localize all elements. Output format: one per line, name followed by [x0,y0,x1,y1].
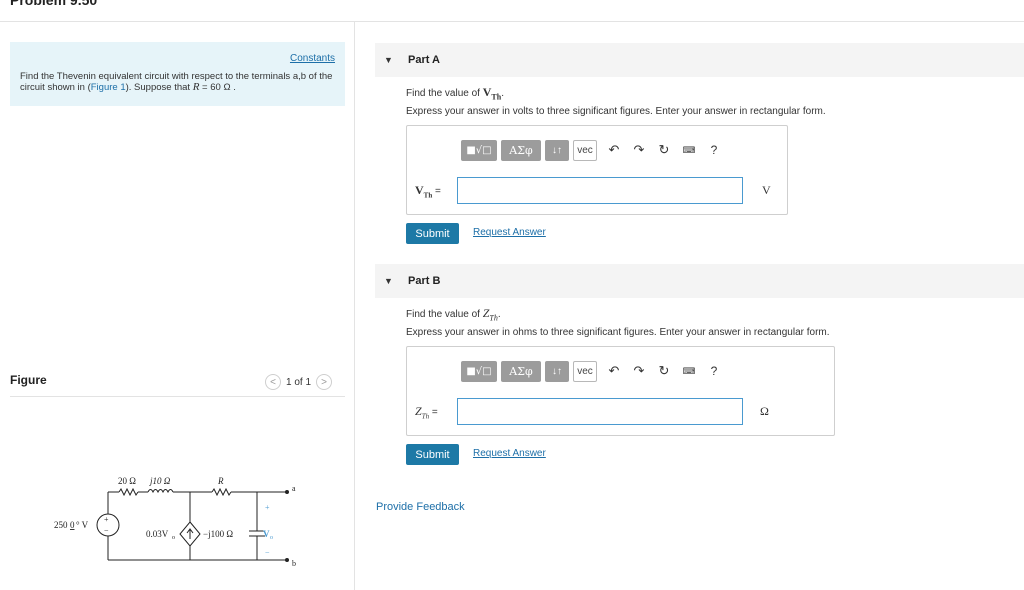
prompt-end: . [497,309,501,320]
greek-symbols-button[interactable]: ΑΣφ [501,360,541,382]
part-b-request-answer-link[interactable]: Request Answer [473,448,546,459]
label-source-magnitude: 250 [54,520,68,530]
vector-button[interactable]: vec [573,139,597,161]
part-b-instructions: Express your answer in ohms to three sig… [406,327,830,338]
label-20-ohm: 20 Ω [118,476,136,486]
label-capacitor: −j100 Ω [203,529,233,539]
label-vo: V [263,529,270,539]
circuit-diagram: 20 Ω j10 Ω R 250 0 ° V + − 0.03V o −j100… [54,476,296,568]
vth-answer-input[interactable] [457,177,743,204]
vth-answer-label: VTh = [415,183,441,199]
templates-button[interactable]: ■√□ [461,360,497,382]
vth-variable: VTh [483,85,502,102]
redo-icon[interactable]: ↷ [627,140,651,161]
unit-ohms: Ω [760,404,769,418]
keyboard-icon[interactable]: ⌨ [677,361,701,382]
part-a-answer-box: ■√□ ΑΣφ ↓↑ vec ↶ ↷ ↻ ⌨ ? VTh = V [406,125,788,215]
caret-down-icon: ▼ [384,276,393,286]
problem-panel: Constants Find the Thevenin equivalent c… [0,22,355,590]
part-a-submit-button[interactable]: Submit [406,223,459,244]
chevron-right-icon[interactable]: > [316,374,333,390]
templates-button[interactable]: ■√□ [461,139,497,161]
part-a-instructions: Express your answer in volts to three si… [406,106,826,117]
prompt-text: Find the value of [406,88,483,99]
vo-plus-sign: + [265,503,270,512]
answer-equals: = [432,186,441,197]
help-icon[interactable]: ? [702,140,726,161]
arrows-button[interactable]: ↓↑ [545,139,569,161]
part-a-prompt: Find the value of VTh. [406,85,504,101]
prompt-end: . [501,88,504,99]
answer-label-letter: Z [415,404,422,418]
terminal-b-label: b [292,559,296,568]
problem-heading: Problem 9.50 [10,0,98,8]
vo-minus-sign: − [265,548,270,557]
part-a-label: Part A [408,54,440,66]
redo-icon[interactable]: ↷ [627,361,651,382]
figure-title: Figure [10,373,47,387]
zth-answer-input[interactable] [457,398,743,425]
answer-label-letter: V [415,183,424,197]
label-r: R [217,476,224,486]
figure-divider [10,396,345,397]
label-dependent-source: 0.03V [146,529,169,539]
statement-text-2: ). Suppose that [125,82,193,93]
unit-volts: V [762,183,771,197]
resistance-value: = 60 Ω . [199,82,236,93]
zth-variable: ZTh [483,306,498,323]
part-b-label: Part B [408,275,441,287]
caret-down-icon: ▼ [384,55,393,65]
undo-icon[interactable]: ↶ [602,140,626,161]
vector-button[interactable]: vec [573,360,597,382]
chevron-left-icon[interactable]: < [265,374,281,390]
label-source-unit: ° V [76,520,89,530]
reset-icon[interactable]: ↻ [652,140,676,161]
source-minus-sign: − [104,526,109,535]
label-source-angle: 0 [70,520,75,530]
answer-equals: = [429,407,438,418]
provide-feedback-link[interactable]: Provide Feedback [376,501,465,513]
keyboard-icon[interactable]: ⌨ [677,140,701,161]
constants-link[interactable]: Constants [290,53,335,64]
part-a-header[interactable]: ▼ Part A [375,43,1024,77]
source-plus-sign: + [104,515,109,524]
part-b-prompt: Find the value of ZTh. [406,306,501,322]
part-a-request-answer-link[interactable]: Request Answer [473,227,546,238]
figure-pager: < 1 of 1 > [265,374,333,390]
label-dependent-source-sub: o [172,535,175,541]
part-b-answer-box: ■√□ ΑΣφ ↓↑ vec ↶ ↷ ↻ ⌨ ? ZTh = Ω [406,346,835,436]
math-toolbar: ■√□ ΑΣφ ↓↑ vec ↶ ↷ ↻ ⌨ ? [461,138,726,162]
greek-symbols-button[interactable]: ΑΣφ [501,139,541,161]
terminal-a-label: a [292,484,296,493]
answer-label-sub: Th [421,412,430,421]
label-vo-sub: o [270,535,273,541]
variable-sub: Th [491,92,502,102]
part-b-header[interactable]: ▼ Part B [375,264,1024,298]
variable-sub: Th [489,313,498,323]
prompt-text: Find the value of [406,309,483,320]
math-toolbar: ■√□ ΑΣφ ↓↑ vec ↶ ↷ ↻ ⌨ ? [461,359,726,383]
answer-panel: ▼ Part A Find the value of VTh. Express … [356,22,1024,590]
problem-statement: Find the Thevenin equivalent circuit wit… [20,71,338,93]
part-b-submit-button[interactable]: Submit [406,444,459,465]
arrows-button[interactable]: ↓↑ [545,360,569,382]
help-icon[interactable]: ? [702,361,726,382]
pager-count: 1 of 1 [286,376,312,388]
answer-label-sub: Th [423,191,433,200]
problem-intro-box: Constants Find the Thevenin equivalent c… [10,42,345,106]
label-j10-ohm: j10 Ω [149,476,171,486]
zth-answer-label: ZTh = [415,404,438,420]
figure-link[interactable]: Figure 1 [91,82,126,93]
reset-icon[interactable]: ↻ [652,361,676,382]
undo-icon[interactable]: ↶ [602,361,626,382]
